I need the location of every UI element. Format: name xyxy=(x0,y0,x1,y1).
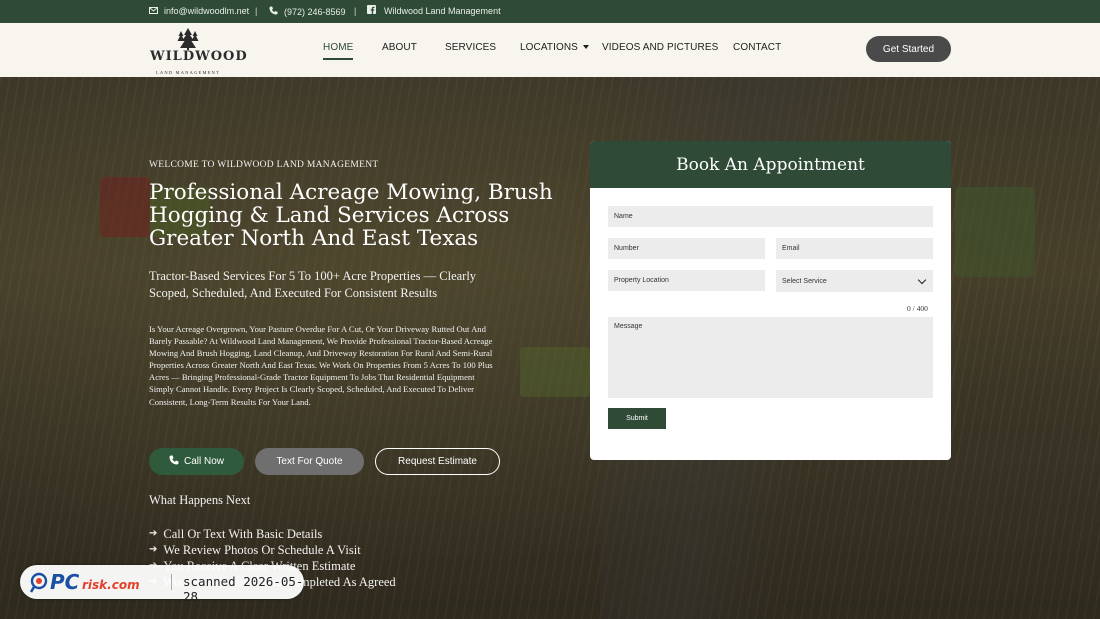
welcome-text: WELCOME TO WILDWOOD LAND MANAGEMENT xyxy=(149,160,379,170)
main-navigation: WILDWOOD LAND MANAGEMENT HOME ABOUT SERV… xyxy=(0,23,1100,77)
facebook-icon xyxy=(367,5,376,16)
what-happens-next-title: What Happens Next xyxy=(149,493,251,507)
nav-item-contact[interactable]: CONTACT xyxy=(733,42,781,53)
character-counter: 0 / 400 xyxy=(907,304,928,313)
svg-text:risk.com: risk.com xyxy=(82,578,140,592)
separator: | xyxy=(354,6,357,16)
mail-icon xyxy=(149,6,158,16)
logo-wordmark: WILDWOOD xyxy=(150,49,248,64)
facebook-text: Wildwood Land Management xyxy=(384,5,501,16)
pcrisk-logo: PC risk.com xyxy=(30,571,140,593)
number-input[interactable]: Number xyxy=(608,238,765,259)
email-text: info@wildwoodlm.net xyxy=(164,6,250,16)
scan-date-text: scanned 2026-05-28 xyxy=(183,574,304,604)
step-text: Call Or Text With Basic Details xyxy=(163,527,323,541)
property-location-input[interactable]: Property Location xyxy=(608,270,765,291)
separator: | xyxy=(255,6,258,16)
arrow-right-icon: ➔ xyxy=(149,528,158,539)
facebook-link[interactable]: Wildwood Land Management xyxy=(367,5,501,16)
email-contact[interactable]: info@wildwoodlm.net xyxy=(149,6,249,16)
hero-title: Professional Acreage Mowing, Brush Hoggi… xyxy=(149,180,553,251)
tree-icon xyxy=(177,28,199,50)
site-logo[interactable]: WILDWOOD LAND MANAGEMENT xyxy=(150,28,248,75)
chevron-down-icon xyxy=(917,275,927,284)
email-input[interactable]: Email xyxy=(776,238,933,259)
nav-item-videos[interactable]: VIDEOS AND PICTURES xyxy=(602,42,718,53)
name-input[interactable]: Name xyxy=(608,206,933,227)
phone-icon xyxy=(269,6,278,17)
nav-item-locations[interactable]: LOCATIONS xyxy=(520,42,589,53)
service-select[interactable]: Select Service xyxy=(776,270,933,292)
top-contact-bar: info@wildwoodlm.net | (972) 246-8569 | W… xyxy=(0,0,1100,23)
phone-contact[interactable]: (972) 246-8569 xyxy=(269,6,346,17)
hero-description: Is Your Acreage Overgrown, Your Pasture … xyxy=(149,324,493,407)
form-title: Book An Appointment xyxy=(590,141,951,188)
hero-subtitle: Tractor-Based Services For 5 To 100+ Acr… xyxy=(149,269,477,300)
service-select-value: Select Service xyxy=(782,277,827,285)
submit-button[interactable]: Submit xyxy=(608,408,666,429)
list-item: ➔ Call Or Text With Basic Details xyxy=(149,526,396,542)
hero-section: WELCOME TO WILDWOOD LAND MANAGEMENT Prof… xyxy=(0,77,1100,619)
list-item: ➔ We Review Photos Or Schedule A Visit xyxy=(149,542,396,558)
svg-text:PC: PC xyxy=(50,571,80,593)
step-text: We Review Photos Or Schedule A Visit xyxy=(163,543,361,557)
caret-down-icon xyxy=(582,45,589,50)
call-now-label: Call Now xyxy=(183,456,224,467)
text-for-quote-button[interactable]: Text For Quote xyxy=(255,448,364,475)
nav-item-home[interactable]: HOME xyxy=(323,42,354,60)
phone-icon xyxy=(169,455,179,468)
nav-item-services[interactable]: SERVICES xyxy=(445,42,496,53)
arrow-right-icon: ➔ xyxy=(149,544,158,555)
nav-item-about[interactable]: ABOUT xyxy=(382,42,417,53)
request-estimate-button[interactable]: Request Estimate xyxy=(375,448,500,475)
nav-item-locations-label: LOCATIONS xyxy=(520,42,578,53)
watermark-divider xyxy=(171,574,172,590)
get-started-button[interactable]: Get Started xyxy=(866,36,951,62)
phone-text: (972) 246-8569 xyxy=(284,6,346,17)
message-textarea[interactable]: Message xyxy=(608,317,933,398)
call-now-button[interactable]: Call Now xyxy=(149,448,244,475)
pcrisk-watermark: PC risk.com scanned 2026-05-28 xyxy=(20,565,304,604)
